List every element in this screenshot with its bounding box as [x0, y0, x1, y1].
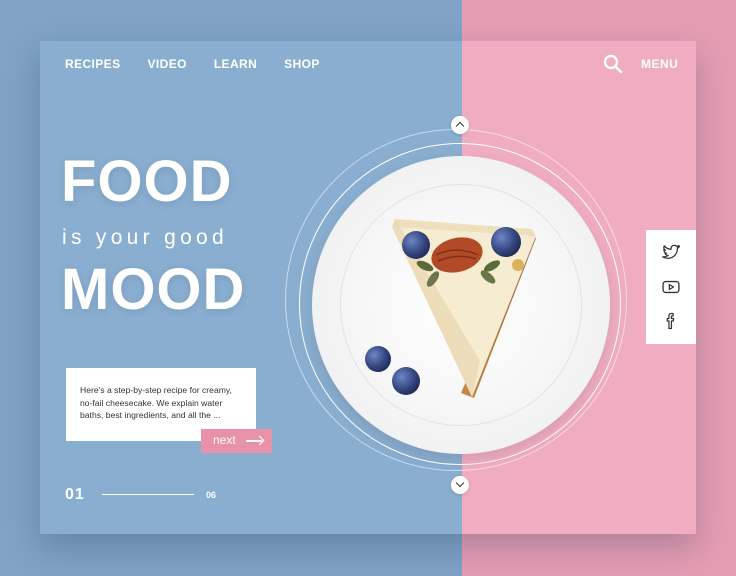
chevron-up-icon[interactable]: [451, 116, 469, 134]
social-links: [646, 230, 696, 344]
pager-current: 01: [65, 486, 85, 503]
pager-divider: [102, 494, 194, 495]
hero-title-food: FOOD: [61, 149, 233, 214]
twitter-icon[interactable]: [661, 242, 681, 262]
nav-video[interactable]: VIDEO: [147, 57, 186, 71]
nav-learn[interactable]: LEARN: [214, 57, 257, 71]
landing-card: RECIPES VIDEO LEARN SHOP MENU FOOD is yo…: [40, 41, 696, 534]
youtube-icon[interactable]: [661, 277, 681, 297]
nav-shop[interactable]: SHOP: [284, 57, 320, 71]
next-button[interactable]: next: [201, 429, 272, 453]
chevron-down-icon[interactable]: [451, 476, 469, 494]
nav-recipes[interactable]: RECIPES: [65, 57, 120, 71]
pager-total: 06: [206, 490, 217, 500]
top-nav: RECIPES VIDEO LEARN SHOP: [65, 57, 320, 71]
hero-subtitle: is your good: [62, 226, 229, 249]
search-icon[interactable]: [603, 54, 623, 74]
hero-title-mood: MOOD: [61, 257, 246, 322]
next-label: next: [213, 433, 236, 447]
plate-rim: [340, 184, 582, 426]
facebook-icon[interactable]: [661, 311, 681, 331]
arrow-right-icon: [246, 440, 262, 442]
menu-button[interactable]: MENU: [641, 57, 678, 71]
